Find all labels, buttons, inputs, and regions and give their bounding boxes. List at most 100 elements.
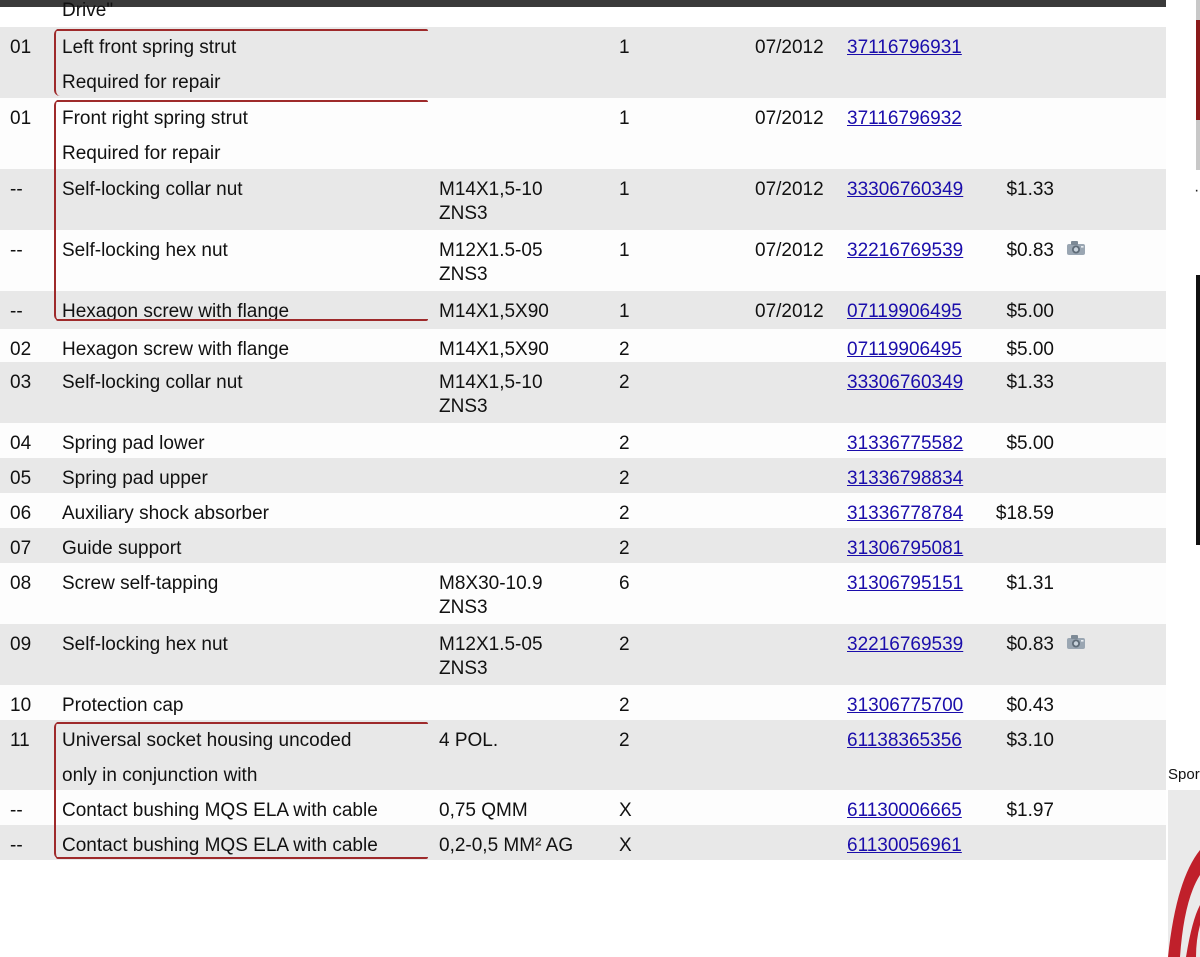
part-description: Hexagon screw with flange (62, 339, 290, 360)
part-spec: 0,2-0,5 MM² AG (439, 834, 573, 858)
quantity: 2 (619, 634, 630, 655)
production-date: 07/2012 (755, 37, 824, 58)
part-number-link[interactable]: 32216769539 (847, 635, 963, 655)
spec-line: 0,75 QMM (439, 800, 528, 821)
price: $5.00 (1006, 301, 1054, 322)
table-row: 06 Auxiliary shock absorber 2 31336778784 $1… (0, 493, 1166, 528)
quantity: X (619, 800, 632, 821)
ref-number: 09 (10, 634, 32, 655)
spec-line: ZNS3 (439, 396, 488, 417)
price: $1.97 (1006, 800, 1054, 821)
ref-number: -- (10, 835, 23, 856)
part-number-link[interactable]: 61130056961 (847, 836, 962, 856)
price: $3.10 (1006, 730, 1054, 751)
part-number-link[interactable]: 33306760349 (847, 373, 963, 393)
part-description: Front right spring strut (62, 108, 248, 129)
spec-line: M14X1,5-10 (439, 179, 543, 200)
production-date: 07/2012 (755, 240, 824, 261)
ref-number: -- (10, 301, 23, 322)
part-number-link[interactable]: 32216769539 (847, 241, 963, 261)
price: $0.83 (1006, 240, 1054, 261)
price: $18.59 (995, 503, 1054, 524)
part-spec: M12X1.5-05 ZNS3 (439, 633, 543, 681)
quantity: 2 (619, 503, 630, 524)
part-description: Spring pad upper (62, 468, 208, 489)
part-description: Hexagon screw with flange (62, 301, 290, 322)
part-description: Self-locking collar nut (62, 179, 243, 200)
quantity: 1 (619, 301, 630, 322)
spec-line: M14X1,5-10 (439, 372, 543, 393)
part-description: Left front spring strut (62, 37, 237, 58)
part-number-link[interactable]: 31306795081 (847, 539, 963, 559)
quantity: X (619, 835, 632, 856)
part-spec: M12X1.5-05 ZNS3 (439, 239, 543, 287)
table-row: -- Contact bushing MQS ELA with cable 0,75… (0, 790, 1166, 825)
spec-line: M8X30-10.9 (439, 573, 543, 594)
part-number-link[interactable]: 07119906495 (847, 340, 962, 360)
sidebar-ad-graphics: · (1168, 0, 1200, 957)
sponsor-label: Spor (1168, 766, 1200, 783)
part-description: Self-locking hex nut (62, 240, 228, 261)
ref-number: -- (10, 179, 23, 200)
part-spec: M8X30-10.9 ZNS3 (439, 572, 543, 620)
quantity: 2 (619, 538, 630, 559)
price: $5.00 (1006, 339, 1054, 360)
parts-table: 01 Left front spring strut Required for re… (0, 27, 1166, 860)
part-description: Self-locking hex nut (62, 634, 228, 655)
table-row: 08 Screw self-tapping M8X30-10.9 ZNS3 6 31306… (0, 563, 1166, 624)
part-number-link[interactable]: 07119906495 (847, 302, 962, 322)
ref-number: 11 (10, 730, 30, 751)
spec-line: ZNS3 (439, 264, 488, 285)
part-spec: 4 POL. (439, 729, 498, 753)
table-row: -- Hexagon screw with flange M14X1,5X90 1 07… (0, 291, 1166, 329)
ref-number: 05 (10, 468, 32, 489)
table-row: 11 Universal socket housing uncoded only i… (0, 720, 1166, 790)
part-number-link[interactable]: 31306795151 (847, 574, 963, 594)
ref-number: 08 (10, 573, 32, 594)
part-number-link[interactable]: 61138365356 (847, 731, 962, 751)
part-description: Contact bushing MQS ELA with cable (62, 800, 378, 821)
part-number-link[interactable]: 37116796931 (847, 38, 962, 58)
sidebar-ad-column: · (1166, 0, 1200, 957)
part-spec: M14X1,5-10 ZNS3 (439, 371, 543, 419)
production-date: 07/2012 (755, 179, 824, 200)
ref-number: 01 (10, 37, 32, 58)
part-number-link[interactable]: 37116796932 (847, 109, 962, 129)
part-number-link[interactable]: 31306775700 (847, 696, 963, 716)
part-spec: M14X1,5X90 (439, 300, 549, 324)
quantity: 1 (619, 240, 630, 261)
part-description: Universal socket housing uncoded (62, 730, 352, 751)
part-description: Screw self-tapping (62, 573, 219, 594)
part-description: Spring pad lower (62, 433, 205, 454)
part-description: Guide support (62, 538, 182, 559)
part-number-link[interactable]: 31336778784 (847, 504, 963, 524)
ref-number: 10 (10, 695, 32, 716)
camera-icon[interactable] (1065, 633, 1089, 649)
ref-number: -- (10, 240, 23, 261)
part-number-link[interactable]: 61130006665 (847, 801, 962, 821)
price: $1.31 (1006, 573, 1054, 594)
table-row: 04 Spring pad lower 2 31336775582 $5.00 (0, 423, 1166, 458)
quantity: 2 (619, 372, 630, 393)
part-number-link[interactable]: 33306760349 (847, 180, 963, 200)
table-row: 07 Guide support 2 31306795081 (0, 528, 1166, 563)
quantity: 2 (619, 339, 630, 360)
price: $5.00 (1006, 433, 1054, 454)
ref-number: 06 (10, 503, 32, 524)
price: $0.43 (1006, 695, 1054, 716)
table-row: 01 Left front spring strut Required for re… (0, 27, 1166, 98)
ref-number: 02 (10, 339, 32, 360)
quantity: 1 (619, 37, 630, 58)
spec-line: M12X1.5-05 (439, 240, 543, 261)
spec-line: ZNS3 (439, 658, 488, 679)
camera-icon[interactable] (1065, 239, 1089, 255)
table-row: 01 Front right spring strut Required for r… (0, 98, 1166, 169)
table-row: 10 Protection cap 2 31306775700 $0.43 (0, 685, 1166, 720)
section-heading-fragment: Drive" (62, 2, 114, 16)
quantity: 2 (619, 468, 630, 489)
part-number-link[interactable]: 31336775582 (847, 434, 963, 454)
part-number-link[interactable]: 31336798834 (847, 469, 963, 489)
table-row: -- Self-locking collar nut M14X1,5-10 ZNS3 1… (0, 169, 1166, 230)
spec-line: 0,2-0,5 MM² AG (439, 835, 574, 856)
quantity: 1 (619, 108, 630, 129)
